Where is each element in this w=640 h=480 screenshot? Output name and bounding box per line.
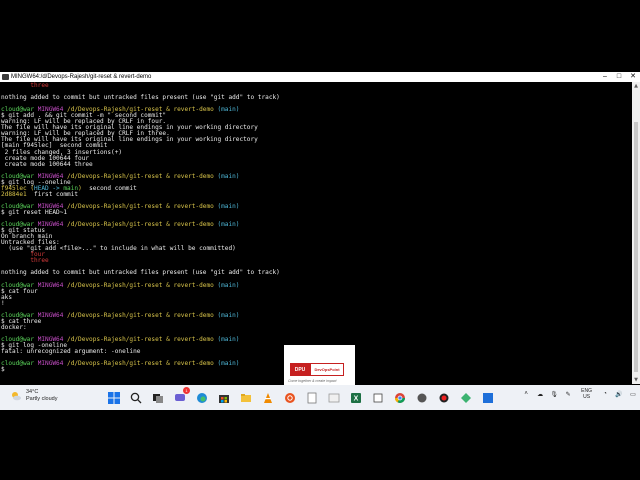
- minimize-button[interactable]: –: [598, 72, 612, 82]
- chrome-icon[interactable]: [391, 389, 408, 406]
- scroll-down-icon[interactable]: ▼: [632, 376, 640, 384]
- logo-tagline: Come together & create impact: [288, 379, 337, 383]
- terminal-text: create mode 100644 three: [1, 160, 93, 168]
- terminal-text: (main): [217, 202, 240, 210]
- mingw-icon: [2, 74, 9, 80]
- terminal-text: /d/Devops-Rajesh/git-reset & revert-demo: [67, 221, 218, 229]
- chat-badge: 1: [183, 387, 190, 394]
- task-view-icon[interactable]: [149, 389, 166, 406]
- terminal-text: /d/Devops-Rajesh/git-reset & revert-demo: [67, 172, 218, 180]
- language-indicator[interactable]: ENG US: [581, 388, 592, 400]
- taskbar-apps: 1 X: [105, 387, 501, 406]
- maximize-button[interactable]: □: [612, 72, 626, 82]
- terminal-text: (main): [217, 221, 240, 229]
- file-explorer-icon[interactable]: [237, 389, 254, 406]
- terminal-text: !: [1, 299, 5, 307]
- windows-start-icon[interactable]: [105, 389, 122, 406]
- terminal-output[interactable]: three nothing added to commit but untrack…: [1, 82, 631, 383]
- scrollbar[interactable]: ▲ ▼: [632, 82, 640, 384]
- terminal-text: (main): [217, 281, 240, 289]
- terminal-text: nothing added to commit but untracked fi…: [1, 269, 280, 277]
- excel-icon[interactable]: X: [347, 389, 364, 406]
- terminal-text: second commit: [81, 184, 137, 192]
- window-title: MINGW64:/d/Devops-Rajesh/git-reset & rev…: [11, 74, 152, 80]
- volume-icon[interactable]: 🔊: [615, 390, 623, 398]
- terminal-text: /d/Devops-Rajesh/git-reset & revert-demo: [67, 360, 218, 368]
- terminal-text: (main): [217, 311, 240, 319]
- terminal-text: /d/Devops-Rajesh/git-reset & revert-demo: [67, 311, 218, 319]
- terminal-text: 2d884e1: [1, 190, 31, 198]
- app-icon[interactable]: [413, 389, 430, 406]
- terminal-text: fatal: unrecognized argument: -oneline: [1, 348, 141, 356]
- weather-widget[interactable]: 34°C Partly cloudy: [10, 389, 58, 403]
- terminal-window: MINGW64:/d/Devops-Rajesh/git-reset & rev…: [0, 72, 640, 384]
- weather-temp: 34°C: [26, 389, 39, 395]
- wifi-icon[interactable]: ◔: [601, 390, 609, 398]
- scroll-up-icon[interactable]: ▲: [632, 82, 640, 90]
- terminal-text: three: [1, 257, 49, 265]
- terminal-text: /d/Devops-Rajesh/git-reset & revert-demo: [67, 281, 218, 289]
- terminal-text: (main): [217, 335, 240, 343]
- title-bar: MINGW64:/d/Devops-Rajesh/git-reset & rev…: [0, 72, 640, 82]
- scrollbar-thumb[interactable]: [634, 122, 638, 372]
- record-icon[interactable]: [435, 389, 452, 406]
- terminal-text: /d/Devops-Rajesh/git-reset & revert-demo: [67, 335, 218, 343]
- app-icon[interactable]: [369, 389, 386, 406]
- terminal-text: nothing added to commit but untracked fi…: [1, 94, 280, 102]
- store-icon[interactable]: [215, 389, 232, 406]
- app-icon[interactable]: [303, 389, 320, 406]
- search-icon[interactable]: [127, 389, 144, 406]
- terminal-text: MINGW64: [37, 360, 68, 368]
- app-icon[interactable]: [457, 389, 474, 406]
- terminal-text: three: [1, 82, 49, 89]
- terminal-text: MINGW64: [37, 281, 68, 289]
- logo-left: DPU: [290, 363, 310, 376]
- battery-icon[interactable]: ▭: [629, 390, 637, 398]
- terminal-text: $ git reset HEAD~1: [1, 208, 68, 216]
- region-code: US: [583, 394, 591, 400]
- vlc-icon[interactable]: [259, 389, 276, 406]
- terminal-text: (main): [217, 172, 240, 180]
- watermark-logo: DPU DevOpsPoint Come together & create i…: [284, 345, 355, 385]
- weather-condition: Partly cloudy: [26, 396, 58, 402]
- edge-icon[interactable]: [193, 389, 210, 406]
- app-icon[interactable]: [325, 389, 342, 406]
- chat-icon[interactable]: 1: [171, 387, 190, 406]
- terminal-text: /d/Devops-Rajesh/git-reset & revert-demo: [67, 202, 218, 210]
- terminal-text: (main): [217, 106, 240, 114]
- chevron-up-icon[interactable]: ˄: [522, 390, 530, 398]
- close-button[interactable]: ✕: [626, 72, 640, 82]
- svg-text:X: X: [353, 395, 358, 402]
- app-icon[interactable]: [479, 389, 496, 406]
- eraser-icon[interactable]: ✎: [564, 390, 572, 398]
- terminal-text: $: [1, 366, 9, 374]
- terminal-text: MINGW64: [37, 311, 68, 319]
- cloud-icon[interactable]: ☁: [536, 390, 544, 398]
- logo-right: DevOpsPoint: [310, 363, 344, 376]
- taskbar: 34°C Partly cloudy 1 X ˄ ☁ 🎙 ✎ ENG US ◔ …: [0, 385, 640, 410]
- system-tray: ˄ ☁ 🎙 ✎ ENG US ◔ 🔊 ▭: [519, 388, 640, 400]
- weather-icon: [12, 392, 21, 401]
- terminal-text: first commit: [30, 190, 79, 198]
- terminal-text: (main): [217, 360, 240, 368]
- ubuntu-icon[interactable]: [281, 389, 298, 406]
- terminal-text: docker:: [1, 323, 27, 331]
- microphone-icon[interactable]: 🎙: [550, 390, 558, 398]
